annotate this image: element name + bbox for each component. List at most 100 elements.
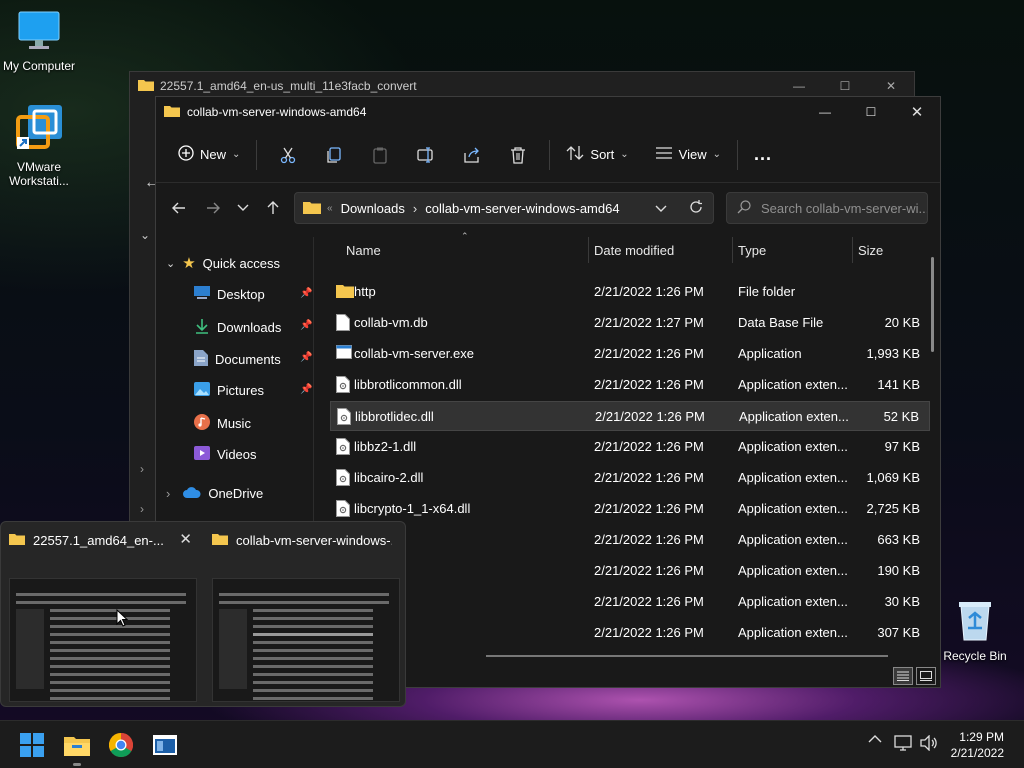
file-size: 20 KB bbox=[884, 315, 920, 330]
thumbnail-window-1[interactable]: 22557.1_amd64_en-... ✕ bbox=[1, 522, 204, 708]
file-type: Application exten... bbox=[738, 532, 848, 547]
file-row[interactable]: collab-vm-server.exe 2/21/2022 1:26 PM App… bbox=[330, 339, 930, 369]
volume-icon[interactable] bbox=[920, 735, 938, 751]
breadcrumb-item[interactable]: collab-vm-server-windows-amd64 bbox=[425, 201, 619, 216]
maximize-button[interactable]: ☐ bbox=[848, 97, 894, 127]
file-date-modified: 2/21/2022 1:26 PM bbox=[594, 377, 704, 392]
folder-icon bbox=[138, 78, 154, 94]
dll-icon bbox=[336, 469, 350, 489]
start-icon[interactable] bbox=[18, 731, 46, 759]
column-header-name[interactable]: Name bbox=[316, 237, 588, 263]
file-name: libcairo-2.dll bbox=[354, 470, 424, 485]
more-options-button[interactable]: ... bbox=[746, 138, 780, 172]
chevron-down-icon[interactable]: ⌄ bbox=[140, 228, 150, 242]
show-hidden-icons-chevron-icon[interactable] bbox=[868, 735, 882, 743]
file-date-modified: 2/21/2022 1:26 PM bbox=[594, 501, 704, 516]
file-row[interactable]: libbrotlidec.dll 2/21/2022 1:26 PM Applica… bbox=[330, 401, 930, 431]
up-arrow-icon[interactable] bbox=[258, 193, 288, 223]
file-list: ⌃ Name Date modified Type Size http 2/21/… bbox=[316, 231, 938, 657]
close-button[interactable]: ✕ bbox=[894, 97, 940, 127]
file-size: 307 KB bbox=[877, 625, 920, 640]
file-size: 1,069 KB bbox=[866, 470, 921, 485]
file-name: libbrotlidec.dll bbox=[355, 409, 434, 424]
desktop-icon-my-computer[interactable]: My Computer bbox=[0, 10, 78, 73]
nav-label: Downloads bbox=[217, 320, 282, 335]
file-row[interactable]: http 2/21/2022 1:26 PM File folder bbox=[330, 277, 930, 307]
sort-button[interactable]: Sort ⌄ bbox=[558, 138, 636, 172]
column-label: Size bbox=[858, 242, 884, 258]
thumbnail-nav-pane bbox=[16, 609, 44, 689]
file-explorer-icon[interactable] bbox=[63, 731, 91, 759]
divider bbox=[736, 139, 738, 170]
address-dropdown-icon[interactable] bbox=[655, 201, 667, 216]
copy-icon[interactable] bbox=[317, 138, 351, 172]
file-row[interactable]: nfig-1.dll2/21/2022 1:26 PMApplication e… bbox=[330, 618, 930, 648]
vertical-scrollbar[interactable] bbox=[931, 257, 934, 352]
breadcrumb-separator-icon[interactable]: › bbox=[413, 201, 417, 216]
cut-icon[interactable] bbox=[271, 138, 305, 172]
desktop-icon-recycle-bin[interactable]: Recycle Bin bbox=[936, 598, 1014, 663]
folder-icon bbox=[336, 283, 354, 301]
nav-item-downloads[interactable]: Downloads bbox=[194, 318, 281, 337]
minimize-button[interactable]: — bbox=[802, 97, 848, 127]
column-header-type[interactable]: Type bbox=[708, 237, 828, 263]
file-row[interactable]: libbrotlicommon.dll 2/21/2022 1:26 PM Appl… bbox=[330, 370, 930, 400]
share-icon[interactable] bbox=[455, 138, 489, 172]
vmware-icon bbox=[0, 103, 78, 156]
thumbnail-line bbox=[253, 665, 373, 668]
clock-time: 1:29 PM bbox=[959, 730, 1004, 744]
rename-icon[interactable] bbox=[409, 138, 443, 172]
address-bar[interactable]: « Downloads › collab-vm-server-windows-a… bbox=[294, 192, 714, 224]
thumbnail-window-2[interactable]: collab-vm-server-windows-... bbox=[204, 522, 407, 708]
paste-icon[interactable] bbox=[363, 138, 397, 172]
file-row[interactable]: lll2/21/2022 1:26 PMApplication exten...… bbox=[330, 525, 930, 555]
nav-item-music[interactable]: Music bbox=[194, 414, 251, 433]
thumbnail-line bbox=[253, 673, 373, 676]
search-placeholder: Search collab-vm-server-wi... bbox=[761, 200, 928, 216]
recent-locations-chevron-icon[interactable] bbox=[228, 193, 258, 223]
thumbnail-line bbox=[253, 689, 373, 692]
thumbnail-title: 22557.1_amd64_en-... bbox=[33, 532, 164, 548]
breadcrumb-item[interactable]: Downloads bbox=[341, 201, 405, 216]
forward-arrow-icon[interactable] bbox=[198, 193, 228, 223]
nav-label: Pictures bbox=[217, 383, 264, 398]
column-header-size[interactable]: Size bbox=[828, 237, 908, 263]
breadcrumb-overflow-icon[interactable]: « bbox=[327, 203, 333, 214]
vmware-icon[interactable] bbox=[151, 731, 179, 759]
large-icons-view-icon[interactable] bbox=[916, 667, 936, 685]
nav-item-documents[interactable]: Documents bbox=[194, 350, 281, 369]
chevron-right-icon[interactable]: › bbox=[140, 502, 144, 516]
nav-item-pictures[interactable]: Pictures bbox=[194, 382, 264, 399]
horizontal-scrollbar[interactable] bbox=[486, 655, 888, 657]
column-header-date[interactable]: Date modified bbox=[564, 237, 724, 263]
close-icon[interactable]: ✕ bbox=[179, 530, 192, 548]
file-name: libbz2-1.dll bbox=[354, 439, 417, 454]
chevron-down-icon: ⌄ bbox=[620, 149, 629, 160]
thumbnail-line bbox=[253, 649, 373, 652]
file-row[interactable]: .dll2/21/2022 1:26 PMApplication exten..… bbox=[330, 556, 930, 586]
search-box[interactable]: Search collab-vm-server-wi... bbox=[726, 192, 928, 224]
view-button[interactable]: View ⌄ bbox=[647, 138, 729, 172]
nav-item-videos[interactable]: Videos bbox=[194, 446, 257, 463]
network-icon[interactable] bbox=[894, 735, 912, 751]
chevron-down-icon: ⌄ bbox=[232, 149, 241, 160]
file-row[interactable]: libcrypto-1_1-x64.dll 2/21/2022 1:26 PM Ap… bbox=[330, 494, 930, 524]
details-view-icon[interactable] bbox=[893, 667, 913, 685]
system-clock[interactable]: 1:29 PM 2/21/2022 bbox=[951, 729, 1004, 761]
nav-onedrive[interactable]: › OneDrive bbox=[166, 486, 263, 501]
file-row[interactable]: libbz2-1.dll 2/21/2022 1:26 PM Application… bbox=[330, 432, 930, 462]
new-button[interactable]: New ⌄ bbox=[170, 138, 248, 172]
nav-item-desktop[interactable]: Desktop bbox=[194, 286, 265, 302]
refresh-icon[interactable] bbox=[689, 200, 703, 217]
pin-icon: 📌 bbox=[300, 352, 313, 363]
desktop-icon-vmware[interactable]: VMware Workstati... bbox=[0, 103, 78, 188]
delete-icon[interactable] bbox=[501, 138, 535, 172]
file-row[interactable]: collab-vm.db 2/21/2022 1:27 PM Data Base F… bbox=[330, 308, 930, 338]
back-arrow-icon[interactable] bbox=[164, 193, 194, 223]
chevron-down-icon: ⌄ bbox=[712, 149, 721, 160]
chrome-icon[interactable] bbox=[107, 731, 135, 759]
file-row[interactable]: libcairo-2.dll 2/21/2022 1:26 PM Applicati… bbox=[330, 463, 930, 493]
chevron-right-icon[interactable]: › bbox=[140, 462, 144, 476]
nav-quick-access[interactable]: ⌄ ★ Quick access bbox=[166, 254, 280, 272]
file-row[interactable]: 2/21/2022 1:26 PM Application exten... 30 … bbox=[330, 587, 930, 617]
